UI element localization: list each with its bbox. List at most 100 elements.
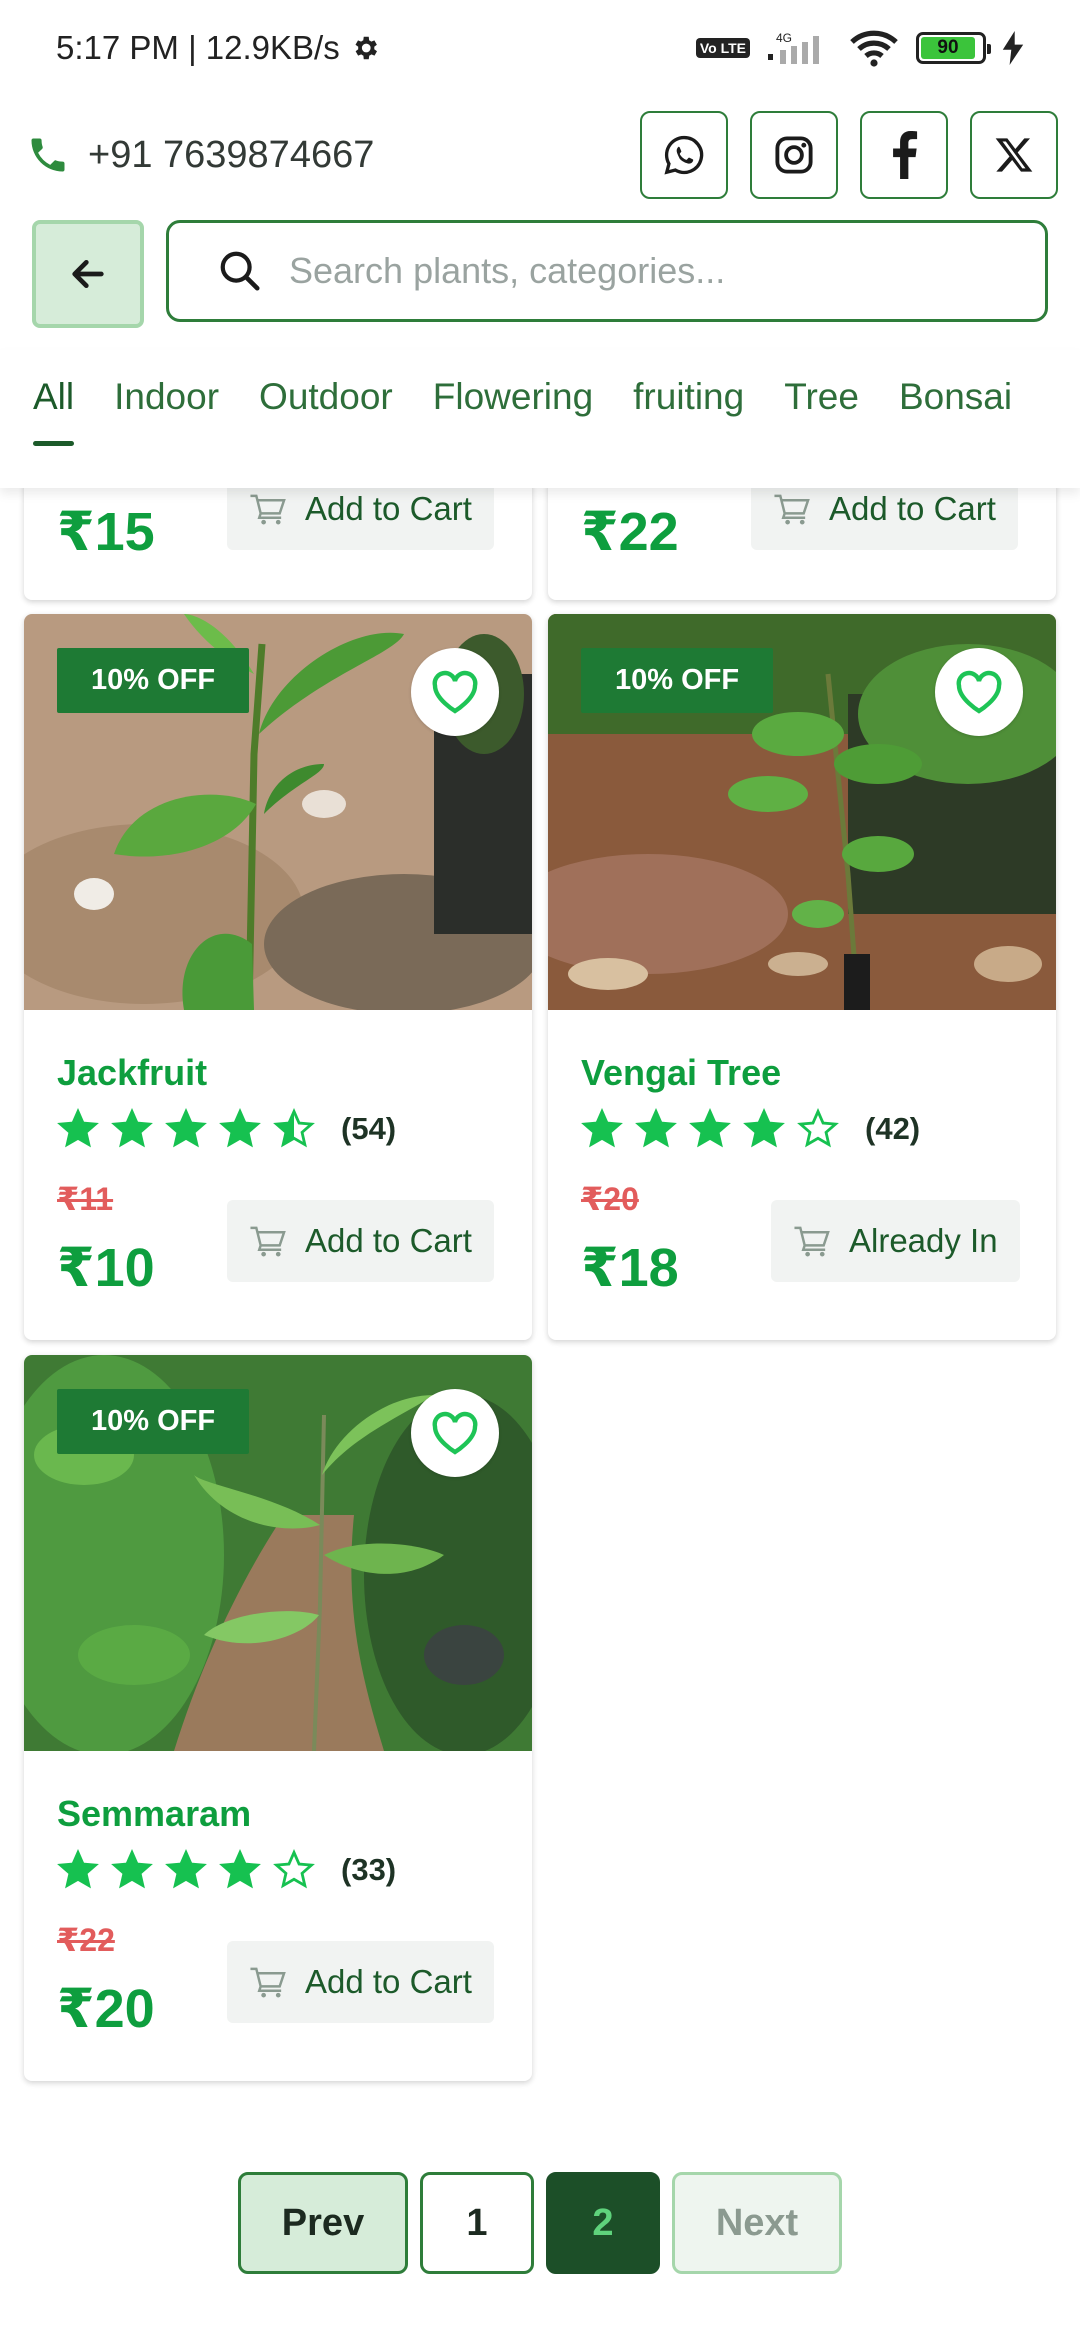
battery-icon: 90 [916, 32, 991, 64]
social-links [640, 111, 1058, 199]
page-2-button[interactable]: 2 [546, 2172, 660, 2274]
whatsapp-button[interactable] [640, 111, 728, 199]
star-full-icon [57, 1849, 99, 1889]
product-image[interactable]: 10% OFF [24, 1355, 532, 1751]
star-full-icon [689, 1108, 731, 1148]
tab-tree[interactable]: Tree [784, 350, 859, 446]
already-in-cart-button[interactable]: Already In [771, 1200, 1020, 1282]
cart-icon [250, 1967, 286, 1998]
wishlist-button[interactable] [411, 648, 499, 736]
star-full-icon [219, 1849, 261, 1889]
whatsapp-icon [664, 135, 704, 175]
status-bar: 5:17 PM | 12.9KB/s Vo LTE 4G 90 [0, 0, 1080, 96]
discount-badge: 10% OFF [57, 648, 250, 713]
product-name[interactable]: Vengai Tree [581, 1052, 781, 1094]
tab-outdoor[interactable]: Outdoor [259, 350, 393, 446]
cart-label: Add to Cart [305, 1222, 472, 1259]
original-price: ₹20 [581, 1181, 639, 1217]
star-rating [581, 1108, 839, 1150]
product-price: ₹20 [57, 1979, 155, 2039]
star-half-icon [273, 1108, 315, 1148]
tab-all[interactable]: All [33, 350, 75, 446]
product-name[interactable]: Jackfruit [57, 1052, 207, 1094]
discount-badge: 10% OFF [57, 1389, 250, 1454]
add-to-cart-button[interactable]: Add to Cart [227, 1941, 494, 2023]
wifi-icon [850, 30, 898, 67]
heart-outline-icon [432, 1411, 478, 1455]
star-full-icon [165, 1849, 207, 1889]
heart-outline-icon [432, 670, 478, 714]
star-full-icon [57, 1108, 99, 1148]
cart-label: Already In [849, 1222, 998, 1259]
product-card-jackfruit[interactable]: 10% OFF Jackfruit (54) ₹11 ₹10 Add to Ca… [24, 614, 532, 1340]
status-right: Vo LTE 4G 90 [695, 28, 1024, 68]
original-price: ₹22 [57, 1922, 115, 1958]
prev-page-button[interactable]: Prev [238, 2172, 408, 2274]
product-card-vengai-tree[interactable]: 10% OFF Vengai Tree (42) ₹20 ₹18 Already… [548, 614, 1056, 1340]
back-button[interactable] [32, 220, 144, 328]
phone-number: +91 7639874667 [88, 133, 375, 176]
review-count: (33) [341, 1852, 397, 1887]
star-full-icon [743, 1108, 785, 1148]
cart-icon [250, 494, 286, 525]
cart-label: Add to Cart [305, 490, 472, 527]
status-left: 5:17 PM | 12.9KB/s [56, 29, 380, 67]
x-twitter-button[interactable] [970, 111, 1058, 199]
facebook-icon [893, 131, 918, 179]
tab-flowering[interactable]: Flowering [433, 350, 593, 446]
page-1-button[interactable]: 1 [420, 2172, 534, 2274]
cart-icon [250, 1226, 286, 1257]
star-full-icon [111, 1849, 153, 1889]
star-full-icon [165, 1108, 207, 1148]
pagination: Prev 1 2 Next [238, 2172, 842, 2274]
network-type: 4G [776, 31, 792, 45]
cart-icon [794, 1226, 830, 1257]
instagram-button[interactable] [750, 111, 838, 199]
volte-icon: Vo LTE [695, 38, 750, 58]
star-full-icon [111, 1108, 153, 1148]
battery-level: 90 [921, 37, 975, 59]
cart-icon [774, 494, 810, 525]
contact-row: +91 7639874667 [0, 96, 1080, 214]
star-empty-icon [273, 1849, 315, 1889]
cart-label: Add to Cart [305, 1963, 472, 2000]
facebook-button[interactable] [860, 111, 948, 199]
tab-fruiting[interactable]: fruiting [633, 350, 744, 446]
search-bar[interactable] [166, 220, 1048, 322]
tab-bonsai[interactable]: Bonsai [899, 350, 1012, 446]
wishlist-button[interactable] [411, 1389, 499, 1477]
discount-badge: 10% OFF [581, 648, 774, 713]
next-page-button: Next [672, 2172, 842, 2274]
charging-bolt-icon [1002, 31, 1024, 65]
rating: (33) [57, 1849, 396, 1891]
arrow-left-icon [72, 260, 104, 288]
settings-gear-icon [355, 36, 377, 60]
search-row [32, 220, 1048, 328]
product-price: ₹18 [581, 1238, 679, 1298]
wishlist-button[interactable] [935, 648, 1023, 736]
phone-icon [31, 138, 65, 172]
product-price: ₹15 [57, 502, 155, 562]
product-image[interactable]: 10% OFF [24, 614, 532, 1010]
add-to-cart-button[interactable]: Add to Cart [227, 1200, 494, 1282]
product-card-semmaram[interactable]: 10% OFF Semmaram (33) ₹22 ₹20 Add to Car… [24, 1355, 532, 2081]
product-image[interactable]: 10% OFF [548, 614, 1056, 1010]
tab-indoor[interactable]: Indoor [114, 350, 219, 446]
instagram-icon [775, 136, 813, 174]
product-price: ₹22 [581, 502, 679, 562]
category-tabs: All Indoor Outdoor Flowering fruiting Tree Bon… [0, 350, 1080, 488]
heart-outline-icon [956, 670, 1002, 714]
signal-icon: 4G [768, 31, 819, 64]
star-full-icon [581, 1108, 623, 1148]
phone-contact[interactable]: +91 7639874667 [26, 133, 374, 177]
x-icon [995, 138, 1033, 172]
search-icon [220, 251, 260, 291]
star-rating [57, 1108, 315, 1150]
review-count: (54) [341, 1111, 397, 1146]
rating: (54) [57, 1108, 396, 1150]
star-full-icon [219, 1108, 261, 1148]
rating: (42) [581, 1108, 920, 1150]
search-input[interactable] [289, 250, 1009, 292]
original-price: ₹11 [57, 1181, 114, 1217]
product-name[interactable]: Semmaram [57, 1793, 251, 1835]
